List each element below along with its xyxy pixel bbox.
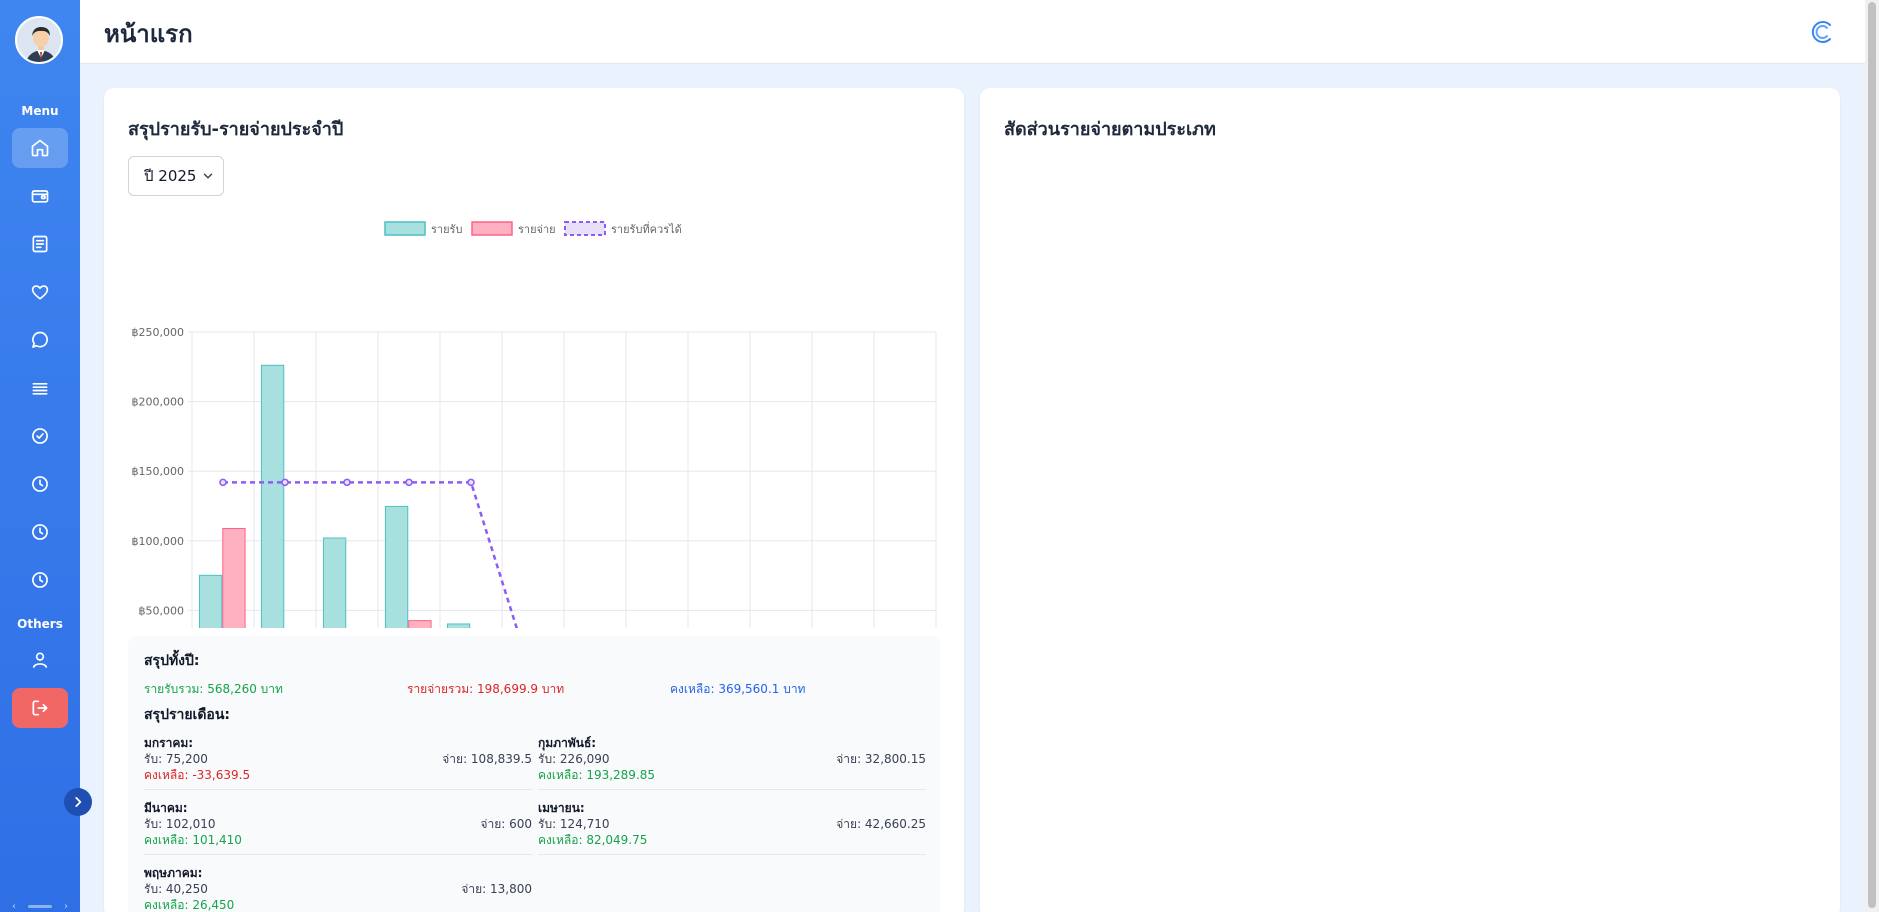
sidebar-horizontal-scrollbar[interactable]: ‹ › — [12, 900, 68, 912]
wallet-icon — [31, 190, 49, 203]
expense-bar[interactable] — [222, 527, 246, 628]
month-balance: คงเหลือ: 82,049.75 — [538, 833, 648, 847]
scroll-left-arrow-icon[interactable]: ‹ — [12, 901, 16, 912]
nav-home[interactable] — [12, 128, 68, 168]
legend-label-expense[interactable]: รายจ่าย — [518, 223, 556, 236]
category-card-title: สัดส่วนรายจ่ายตามประเภท — [1004, 119, 1216, 140]
user-icon — [32, 652, 48, 668]
legend-swatch-expected — [564, 221, 606, 236]
monthly-summary-title: สรุปรายเดือน: — [144, 707, 230, 723]
income-bar[interactable] — [384, 505, 409, 628]
expected-income-point[interactable] — [343, 478, 351, 487]
top-header: หน้าแรก — [80, 0, 1865, 64]
month-balance: คงเหลือ: -33,639.5 — [144, 768, 251, 782]
legend-label-expected[interactable]: รายรับที่ควรได้ — [611, 221, 682, 236]
y-axis-labels: ฿0฿50,000฿100,000฿150,000฿200,000฿250,00… — [132, 326, 185, 617]
month-balance: คงเหลือ: 193,289.85 — [538, 768, 656, 782]
summary-box: สรุปทั้งปี: รายรับรวม: 568,260 บาท รายจ่… — [128, 636, 940, 912]
chevron-down-icon — [203, 173, 213, 179]
heart-icon — [31, 285, 49, 300]
month-summary-item: มีนาคม: รับ: 102,010 จ่าย: 600 คงเหลือ: … — [144, 799, 532, 855]
year-select[interactable]: ปี 2025 — [128, 156, 224, 196]
month-summary-item: พฤษภาคม: รับ: 40,250 จ่าย: 13,800 คงเหลื… — [144, 864, 532, 912]
nav-list[interactable] — [12, 368, 68, 408]
chart-legend[interactable]: รายรับ รายจ่าย รายรับที่ควรได้ — [384, 221, 682, 236]
income-bar[interactable] — [198, 574, 223, 628]
y-tick-label: ฿100,000 — [132, 535, 185, 548]
chart-grid — [188, 331, 937, 628]
expected-income-point[interactable] — [219, 478, 227, 487]
income-expense-chart: รายรับ รายจ่าย รายรับที่ควรได้ ฿0฿50,000… — [132, 221, 937, 628]
nav-profile[interactable] — [12, 640, 68, 680]
check-circle-icon — [32, 428, 48, 444]
expense-bar[interactable] — [408, 620, 432, 628]
clock-icon — [32, 572, 48, 588]
user-avatar-icon — [17, 18, 61, 62]
y-tick-label: ฿150,000 — [132, 465, 185, 478]
y-tick-label: ฿250,000 — [132, 326, 185, 339]
chat-icon — [32, 331, 48, 348]
sidebar: Menu Others ‹ › — [0, 0, 92, 912]
income-expense-summary-card: สรุปรายรับ-รายจ่ายประจำปี ปี 2025 รายรับ… — [104, 88, 964, 912]
month-summary-item: กุมภาพันธ์: รับ: 226,090 จ่าย: 32,800.15… — [538, 734, 926, 790]
month-expense: จ่าย: 13,800 — [461, 882, 532, 896]
income-bar[interactable] — [446, 623, 471, 628]
year-select-value: ปี 2025 — [144, 167, 197, 185]
month-expense: จ่าย: 108,839.5 — [442, 752, 532, 766]
nav-favorites[interactable] — [12, 272, 68, 312]
document-icon — [32, 235, 48, 253]
total-income: รายรับรวม: 568,260 บาท — [144, 682, 283, 696]
vertical-scrollbar-thumb[interactable] — [1868, 2, 1876, 908]
summary-card-title: สรุปรายรับ-รายจ่ายประจำปี — [128, 119, 344, 140]
year-summary-title: สรุปทั้งปี: — [144, 653, 200, 669]
expected-income-point[interactable] — [405, 478, 413, 487]
nav-history-2[interactable] — [12, 512, 68, 552]
others-section-label: Others — [17, 617, 63, 631]
expected-income-point[interactable] — [467, 478, 475, 487]
legend-swatch-expense — [471, 221, 513, 236]
total-balance: คงเหลือ: 369,560.1 บาท — [670, 682, 806, 696]
nav-check[interactable] — [12, 416, 68, 456]
y-tick-label: ฿50,000 — [139, 604, 185, 617]
total-expense: รายจ่ายรวม: 198,699.9 บาท — [407, 682, 565, 696]
chart-bars — [198, 364, 471, 628]
expected-income-point[interactable] — [281, 478, 289, 487]
nav-history-3[interactable] — [12, 560, 68, 600]
legend-label-income[interactable]: รายรับ — [431, 223, 462, 236]
month-summary-item: เมษายน: รับ: 124,710 จ่าย: 42,660.25 คงเ… — [538, 799, 926, 855]
scrollbar-thumb[interactable] — [28, 904, 52, 908]
scroll-right-arrow-icon[interactable]: › — [64, 901, 68, 912]
month-balance: คงเหลือ: 101,410 — [144, 833, 242, 847]
nav-wallet[interactable] — [12, 176, 68, 216]
expense-category-card: สัดส่วนรายจ่ายตามประเภท — [980, 88, 1840, 912]
clock-icon — [32, 476, 48, 492]
list-icon — [32, 383, 48, 395]
month-expense: จ่าย: 42,660.25 — [836, 817, 926, 831]
month-expense: จ่าย: 600 — [480, 817, 532, 831]
avatar[interactable] — [15, 16, 63, 64]
nav-chat[interactable] — [12, 320, 68, 360]
nav-document[interactable] — [12, 224, 68, 264]
month-balance: คงเหลือ: 26,450 — [144, 898, 235, 912]
page-vertical-scrollbar[interactable] — [1865, 0, 1879, 912]
sidebar-collapse-button[interactable] — [64, 788, 92, 816]
month-summary-item: มกราคม: รับ: 75,200 จ่าย: 108,839.5 คงเห… — [144, 734, 532, 790]
brand-logo-icon[interactable] — [1808, 18, 1836, 46]
income-bar[interactable] — [260, 364, 285, 628]
home-icon — [31, 139, 49, 157]
clock-icon — [32, 524, 48, 540]
logout-button[interactable] — [12, 688, 68, 728]
legend-swatch-income — [384, 221, 426, 236]
logout-icon — [32, 700, 48, 716]
chevron-right-icon — [75, 797, 82, 807]
nav-history-1[interactable] — [12, 464, 68, 504]
menu-section-label: Menu — [21, 104, 59, 118]
page-title: หน้าแรก — [104, 20, 193, 48]
y-tick-label: ฿200,000 — [132, 396, 185, 409]
income-bar[interactable] — [322, 537, 347, 628]
month-expense: จ่าย: 32,800.15 — [836, 752, 926, 766]
